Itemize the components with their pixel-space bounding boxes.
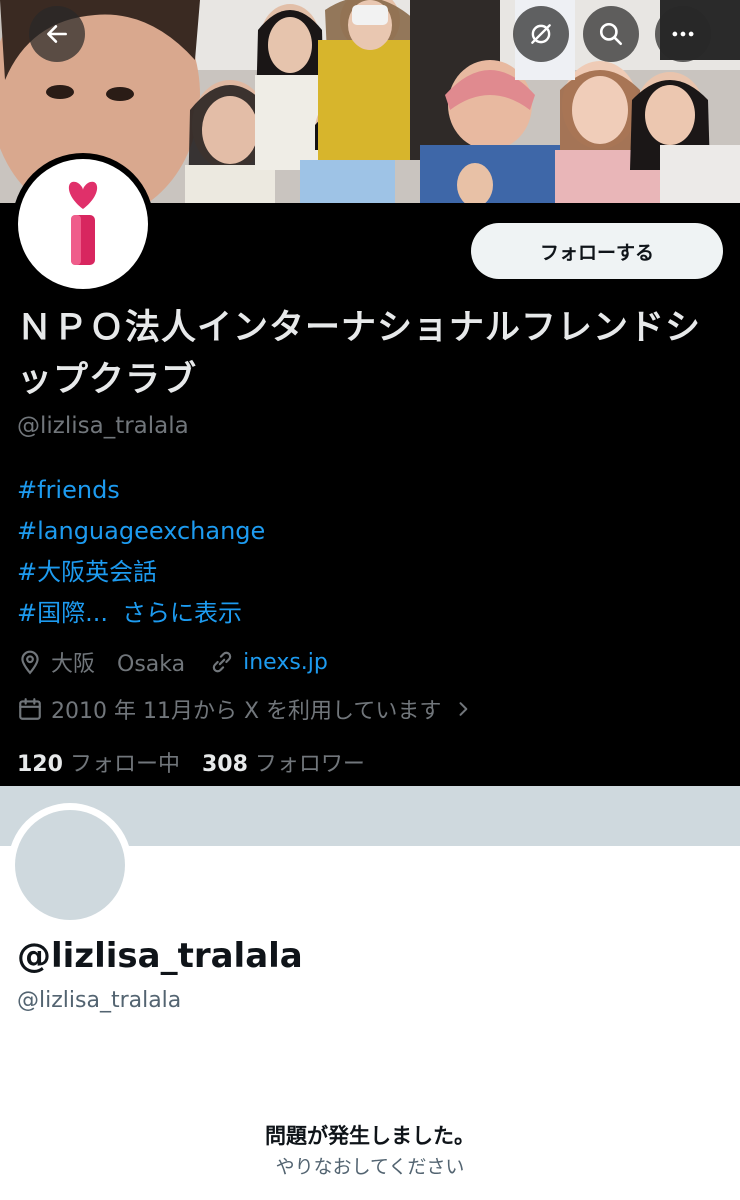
more-button[interactable] [655, 6, 711, 62]
calendar-icon [19, 698, 41, 720]
avatar-placeholder-circle [15, 810, 125, 920]
profile-url-link[interactable]: inexs.jp [243, 650, 328, 675]
hashtag-kokusai[interactable]: #国際... [17, 593, 108, 634]
heart-i-logo [68, 181, 98, 265]
chevron-right-icon [459, 702, 468, 716]
refresh-button[interactable] [513, 6, 569, 62]
hashtag-friends[interactable]: #friends [17, 470, 265, 511]
more-dots-icon [672, 31, 694, 37]
following-count: 120 [17, 752, 63, 777]
profile-display-name-secondary: @lizlisa_tralala [17, 936, 303, 976]
profile-meta-location-url: 大阪 Osaka inexs.jp [17, 646, 328, 678]
profile-joined-date: 2010 年 11月から X を利用しています [51, 699, 442, 724]
followers-link[interactable]: 308 フォロワー [202, 746, 365, 778]
hashtag-languageexchange[interactable]: #languageexchange [17, 511, 265, 552]
profile-handle: @lizlisa_tralala [17, 413, 189, 439]
profile-handle-secondary: @lizlisa_tralala [17, 988, 182, 1013]
profile-joined-row[interactable]: 2010 年 11月から X を利用しています [17, 693, 473, 725]
bio-last-line: #国際... さらに表示 [17, 593, 265, 634]
profile-follow-counts: 120 フォロー中 308 フォロワー [17, 746, 365, 778]
profile-section-dark: フォローする ＮＰＯ法人インターナショナルフレンドシップクラブ @lizlisa… [0, 0, 740, 786]
avatar-image [18, 159, 148, 289]
follow-button[interactable]: フォローする [471, 223, 723, 279]
location-pin-icon [21, 650, 39, 675]
error-title: 問題が発生しました。 [265, 1124, 475, 1148]
profile-location: 大阪 Osaka [51, 652, 186, 677]
hashtag-osaka-eikaiwa[interactable]: #大阪英会話 [17, 552, 265, 593]
search-icon [599, 22, 623, 46]
following-label: フォロー中 [69, 752, 180, 777]
followers-label: フォロワー [254, 752, 365, 777]
profile-avatar[interactable] [12, 153, 154, 295]
refresh-icon [531, 24, 551, 44]
profile-avatar-placeholder[interactable] [8, 803, 132, 927]
following-link[interactable]: 120 フォロー中 [17, 746, 180, 778]
profile-display-name: ＮＰＯ法人インターナショナルフレンドシップクラブ [17, 308, 702, 400]
retry-link[interactable]: やりなおしてください [0, 1152, 740, 1179]
search-button[interactable] [583, 6, 639, 62]
profile-bio: #friends #languageexchange #大阪英会話 #国際...… [17, 470, 265, 634]
show-more-link[interactable]: さらに表示 [122, 593, 242, 634]
link-icon [212, 651, 232, 673]
arrow-left-icon [47, 25, 67, 43]
followers-count: 308 [201, 752, 248, 777]
back-button[interactable] [29, 6, 85, 62]
